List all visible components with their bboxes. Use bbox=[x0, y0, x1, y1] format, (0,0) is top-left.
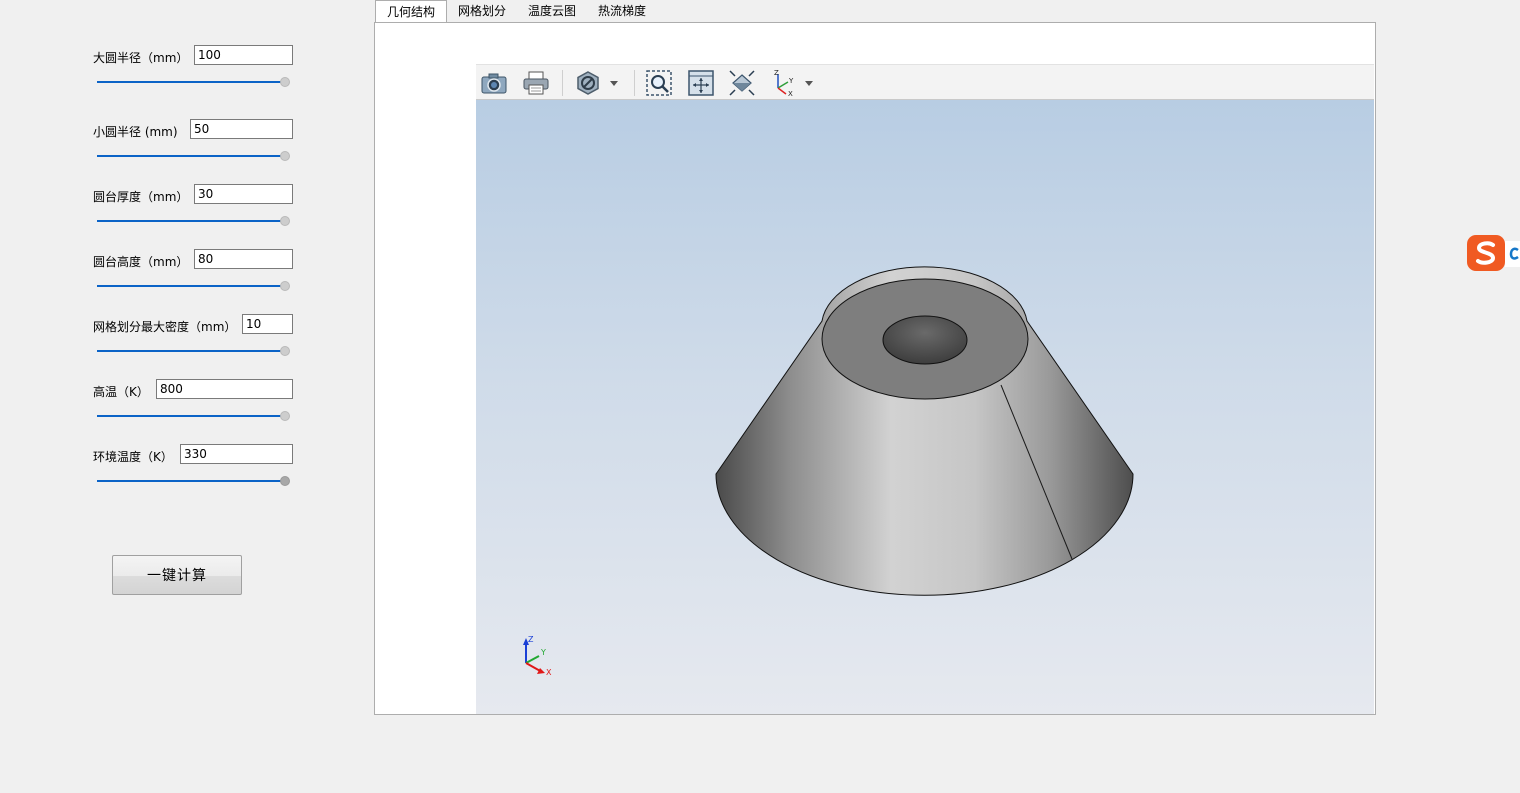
toolbar-axis-y-label: Y bbox=[788, 77, 794, 85]
display-mode-dropdown-icon[interactable] bbox=[608, 68, 620, 98]
tab-bar: 几何结构 网格划分 温度云图 热流梯度 bbox=[375, 0, 657, 23]
view-fit-icon[interactable] bbox=[726, 68, 758, 98]
table-height-label: 圆台高度（mm） bbox=[93, 255, 189, 269]
ambient-temp-input[interactable] bbox=[180, 444, 293, 464]
mesh-density-slider[interactable] bbox=[97, 346, 290, 356]
axis-view-dropdown-icon[interactable] bbox=[803, 68, 815, 98]
large-radius-input[interactable] bbox=[194, 45, 293, 65]
printer-icon[interactable] bbox=[520, 68, 552, 98]
small-radius-input[interactable] bbox=[190, 119, 293, 139]
triad-y-label: Y bbox=[540, 648, 546, 657]
large-radius-slider[interactable] bbox=[97, 77, 290, 87]
ambient-temp-slider[interactable] bbox=[97, 476, 290, 486]
slider-handle[interactable] bbox=[280, 216, 290, 226]
mesh-density-label: 网格划分最大密度（mm） bbox=[93, 320, 237, 334]
triad-z-label: Z bbox=[528, 635, 534, 644]
ambient-temp-label: 环境温度（K） bbox=[93, 450, 173, 464]
axis-triad-icon: Z Y X bbox=[523, 635, 552, 677]
3d-scene[interactable]: Z Y X bbox=[476, 100, 1374, 714]
small-radius-label: 小圆半径 (mm) bbox=[93, 125, 178, 139]
slider-handle[interactable] bbox=[280, 411, 290, 421]
table-thickness-slider[interactable] bbox=[97, 216, 290, 226]
table-thickness-input[interactable] bbox=[194, 184, 293, 204]
toolbar-axis-x-label: X bbox=[788, 90, 793, 98]
high-temp-slider[interactable] bbox=[97, 411, 290, 421]
calculate-button[interactable]: 一键计算 bbox=[112, 555, 242, 595]
slider-handle[interactable] bbox=[280, 77, 290, 87]
3d-viewer: Z Y X Z Y X bbox=[476, 64, 1374, 714]
table-height-slider[interactable] bbox=[97, 281, 290, 291]
high-temp-label: 高温（K） bbox=[93, 385, 149, 399]
slider-handle[interactable] bbox=[280, 346, 290, 356]
table-thickness-label: 圆台厚度（mm） bbox=[93, 190, 189, 204]
high-temp-input[interactable] bbox=[156, 379, 293, 399]
zoom-box-icon[interactable] bbox=[643, 68, 675, 98]
toolbar-axis-z-label: Z bbox=[774, 69, 779, 77]
frustum-model: Z Y X bbox=[523, 266, 1134, 677]
triad-x-label: X bbox=[546, 668, 552, 677]
small-radius-slider[interactable] bbox=[97, 151, 290, 161]
tab-heat-flux[interactable]: 热流梯度 bbox=[587, 0, 657, 22]
tab-geometry[interactable]: 几何结构 bbox=[375, 0, 448, 23]
display-mode-icon[interactable] bbox=[572, 68, 604, 98]
mesh-density-input[interactable] bbox=[242, 314, 293, 334]
axis-view-icon[interactable]: Z Y X bbox=[768, 68, 800, 98]
slider-handle[interactable] bbox=[280, 476, 290, 486]
tab-mesh[interactable]: 网格划分 bbox=[447, 0, 517, 22]
slider-handle[interactable] bbox=[280, 281, 290, 291]
viewer-toolbar: Z Y X bbox=[476, 64, 1374, 100]
camera-icon[interactable] bbox=[478, 68, 510, 98]
fit-all-icon[interactable] bbox=[685, 68, 717, 98]
ime-logo-icon[interactable] bbox=[1467, 235, 1520, 271]
large-radius-label: 大圆半径（mm） bbox=[93, 51, 189, 65]
table-height-input[interactable] bbox=[194, 249, 293, 269]
tab-temperature-contour[interactable]: 温度云图 bbox=[517, 0, 587, 22]
slider-handle[interactable] bbox=[280, 151, 290, 161]
